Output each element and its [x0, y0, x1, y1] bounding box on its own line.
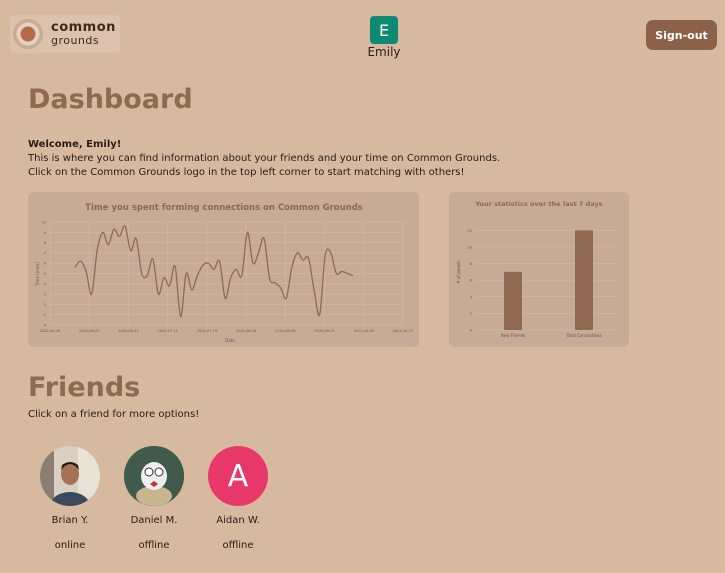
page-title: Dashboard — [28, 84, 193, 115]
welcome-heading: Welcome, Emily! — [28, 139, 122, 150]
bar-chart-y-tick: 4 — [470, 294, 473, 299]
time-spent-series-line — [74, 225, 354, 318]
line-chart-y-tick: 9 — [44, 231, 46, 235]
welcome-line-2: Click on the Common Grounds logo in the … — [28, 167, 465, 178]
line-chart-x-tick: 2022-10-27 — [393, 329, 413, 333]
logo-text-line1: common — [51, 20, 116, 35]
line-chart-y-tick: 1 — [44, 313, 46, 317]
friends-title: Friends — [28, 372, 141, 403]
line-chart-y-tick: 3 — [44, 293, 46, 297]
friend-card-aidan[interactable]: A Aidan W. offline — [198, 446, 278, 551]
user-name: Emily — [367, 45, 401, 59]
line-chart-x-tick: 2022-06-23 — [118, 329, 138, 333]
line-chart-x-tick: 2022-05-18 — [40, 329, 60, 333]
sign-out-button[interactable]: Sign-out — [646, 20, 717, 50]
coffee-cup-icon — [13, 19, 43, 49]
line-chart-ylabel: Time (mins) — [35, 262, 40, 287]
common-grounds-logo[interactable]: common grounds — [10, 15, 120, 53]
bar-chart-y-tick: 2 — [470, 311, 473, 316]
bar-chart-category-label: New Friends — [501, 333, 525, 338]
friends-hint: Click on a friend for more options! — [28, 409, 200, 420]
bar-chart-bar — [575, 230, 593, 330]
friend-status: offline — [222, 540, 254, 551]
line-chart-y-tick: 0 — [44, 324, 46, 328]
friend-status: offline — [138, 540, 170, 551]
friend-avatar-daniel[interactable] — [124, 446, 184, 506]
line-chart-x-tick: 2022-10-09 — [354, 329, 374, 333]
line-chart-x-tick: 2022-06-05 — [79, 329, 99, 333]
friend-name: Daniel M. — [130, 515, 178, 526]
friend-name: Aidan W. — [216, 515, 260, 526]
bar-chart-ylabel: # of people — [456, 260, 461, 284]
friend-status: online — [54, 540, 86, 551]
line-chart-y-tick: 10 — [42, 221, 46, 225]
line-chart-x-tick: 2022-07-11 — [157, 329, 177, 333]
bar-chart-y-tick: 10 — [467, 244, 472, 249]
current-user[interactable]: E Emily — [367, 16, 401, 59]
bar-chart-y-tick: 0 — [470, 328, 473, 333]
user-avatar[interactable]: E — [370, 16, 398, 44]
friend-avatar-initial: A — [227, 458, 249, 494]
bar-chart-category-label: Total Connections — [565, 333, 601, 338]
line-chart-y-tick: 8 — [44, 241, 46, 245]
line-chart-xlabel: Date — [225, 338, 235, 343]
bar-chart-y-tick: 12 — [467, 228, 472, 233]
time-spent-line-chart: Time you spent forming connections on Co… — [35, 203, 413, 343]
friend-avatar-brian[interactable] — [40, 446, 100, 506]
brian-photo-icon — [40, 446, 100, 506]
friend-avatar-aidan[interactable]: A — [208, 446, 268, 506]
line-chart-x-tick: 2022-07-29 — [197, 329, 217, 333]
daniel-photo-icon — [124, 446, 184, 506]
bar-chart-title: Your statistics over the last 7 days — [474, 200, 602, 208]
friend-card-daniel[interactable]: Daniel M. offline — [114, 446, 194, 551]
bar-chart-y-tick: 6 — [470, 278, 473, 283]
line-chart-x-tick: 2022-08-16 — [236, 329, 256, 333]
logo-text-line2: grounds — [51, 34, 100, 47]
line-chart-y-tick: 5 — [44, 272, 46, 276]
line-chart-x-tick: 2022-09-21 — [314, 329, 334, 333]
line-chart-y-tick: 6 — [44, 262, 46, 266]
welcome-text: Welcome, Emily! This is where you can fi… — [28, 138, 528, 180]
line-chart-y-tick: 4 — [44, 282, 47, 286]
welcome-line-1: This is where you can find information a… — [28, 153, 501, 164]
line-chart-x-tick: 2022-09-03 — [275, 329, 295, 333]
time-spent-chart-card: Time you spent forming connections on Co… — [28, 192, 419, 347]
friend-name: Brian Y. — [51, 515, 89, 526]
bar-chart-bar — [504, 271, 522, 330]
line-chart-y-tick: 7 — [44, 251, 46, 255]
line-chart-y-tick: 2 — [44, 303, 46, 307]
stats-chart-card: Your statistics over the last 7 days # o… — [449, 192, 629, 347]
line-chart-title: Time you spent forming connections on Co… — [85, 203, 363, 213]
stats-bar-chart: Your statistics over the last 7 days # o… — [456, 200, 619, 338]
bar-chart-y-tick: 8 — [470, 261, 473, 266]
friend-card-brian[interactable]: Brian Y. online — [30, 446, 110, 551]
